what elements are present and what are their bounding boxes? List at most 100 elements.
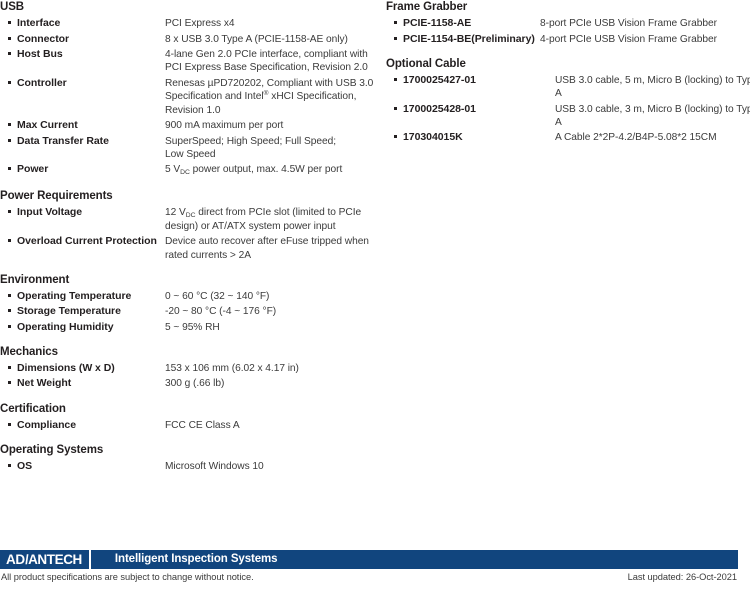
section-heading: Mechanics (0, 345, 58, 358)
spec-value: SuperSpeed; High Speed; Full Speed; Low … (165, 135, 336, 160)
spec-value: 5 ~ 95% RH (165, 321, 220, 333)
bullet-square-icon (0, 362, 17, 370)
left-column: USB Interface PCI Express x4 Connector 8 x U… (0, 0, 378, 473)
bullet-square-icon (0, 305, 17, 313)
spec-row: Storage Temperature -20 ~ 80 °C (-4 ~ 176… (0, 303, 378, 318)
spec-label: Overload Current Protection (17, 235, 157, 248)
spec-label: Operating Humidity (17, 320, 114, 333)
spec-value: 900 mA maximum per port (165, 120, 284, 132)
spec-label: Storage Temperature (17, 305, 121, 318)
spec-value: FCC CE Class A (165, 419, 240, 431)
spec-label: Operating Temperature (17, 289, 132, 302)
section-heading: Environment (0, 273, 70, 286)
bullet-square-icon (386, 74, 403, 81)
spec-value: 12 VDC direct from PCIe slot (limited to… (165, 206, 362, 232)
spec-label: Input Voltage (17, 205, 83, 218)
footer-tagline: Intelligent Inspection Systems (114, 553, 278, 565)
bullet-square-icon (386, 131, 403, 139)
spec-row: PCIE-1154-BE(Preliminary) 4-port PCIe USB… (386, 30, 744, 45)
spec-value: 300 g (.66 lb) (165, 378, 225, 390)
spec-value: 8 x USB 3.0 Type A (PCIE-1158-AE only) (165, 33, 348, 45)
spec-value: 4-lane Gen 2.0 PCIe interface, compliant… (165, 48, 368, 74)
spec-value: Device auto recover after eFuse tripped … (165, 236, 369, 261)
spec-row: Dimensions (W x D) 153 x 106 mm (6.02 x 4… (0, 360, 378, 375)
spec-section: Mechanics Dimensions (W x D) 153 x 106 mm … (0, 345, 378, 391)
advantech-logo: AD\ANTECH (0, 550, 82, 569)
spec-row: Host Bus 4-lane Gen 2.0 PCIe interface, c… (0, 46, 378, 75)
right-column: Frame Grabber PCIE-1158-AE 8-port PCIe USB… (386, 0, 750, 145)
spec-value: USB 3.0 cable, 3 m, Micro B (locking) to… (555, 103, 750, 128)
spec-label: PCIE-1154-BE(Preliminary) (403, 32, 535, 45)
spec-label: PCIE-1158-AE (403, 17, 472, 30)
section-heading: Power Requirements (0, 189, 113, 202)
disclaimer-text: All product specifications are subject t… (1, 572, 254, 582)
spec-section: Operating Systems OS Microsoft Windows 10 (0, 443, 378, 473)
bullet-square-icon (0, 17, 17, 25)
spec-row: Interface PCI Express x4 (0, 15, 378, 30)
spec-value: 4-port PCIe USB Vision Frame Grabber (540, 33, 717, 45)
spec-row: OS Microsoft Windows 10 (0, 458, 378, 473)
spec-row: 1700025428-01 USB 3.0 cable, 3 m, Micro B… (386, 100, 750, 129)
spec-row: Net Weight 300 g (.66 lb) (0, 375, 378, 390)
spec-value: A Cable 2*2P-4.2/B4P-5.08*2 15CM (555, 132, 717, 144)
spec-row: Max Current 900 mA maximum per port (0, 117, 378, 132)
bullet-square-icon (0, 321, 17, 328)
spec-value: 0 ~ 60 °C (32 ~ 140 °F) (165, 290, 270, 302)
section-heading: Optional Cable (386, 57, 466, 70)
spec-row: Input Voltage 12 VDC direct from PCIe slo… (0, 204, 378, 234)
spec-row: PCIE-1158-AE 8-port PCIe USB Vision Frame… (386, 15, 744, 30)
spec-label: 1700025427-01 (403, 73, 476, 86)
bullet-square-icon (0, 290, 17, 297)
spec-value: Microsoft Windows 10 (165, 461, 264, 473)
spec-section: USB Interface PCI Express x4 Connector 8 x U… (0, 0, 378, 178)
spec-row: 170304015K A Cable 2*2P-4.2/B4P-5.08*2 15… (386, 129, 744, 144)
bullet-square-icon (386, 33, 403, 40)
spec-value: 8-port PCIe USB Vision Frame Grabber (540, 18, 717, 30)
bullet-square-icon (386, 17, 403, 25)
section-heading: Operating Systems (0, 444, 104, 457)
last-updated-text: Last updated: 26-Oct-2021 (627, 572, 737, 582)
footer-brand-bar: AD\ANTECH Intelligent Inspection Systems (0, 550, 738, 569)
section-heading: Certification (0, 402, 66, 415)
bullet-square-icon (0, 235, 17, 243)
spec-label: Compliance (17, 418, 77, 431)
spec-row: Operating Temperature 0 ~ 60 °C (32 ~ 140… (0, 288, 378, 303)
spec-value: 5 VDC power output, max. 4.5W per port (165, 164, 343, 177)
datasheet-page: USB Interface PCI Express x4 Connector 8 x U… (0, 0, 750, 591)
bullet-square-icon (0, 206, 17, 213)
spec-row: Controller Renesas µPD720202, Compliant w… (0, 74, 378, 117)
spec-row: Operating Humidity 5 ~ 95% RH (0, 319, 378, 334)
spec-label: Interface (17, 17, 61, 30)
spec-label: Data Transfer Rate (17, 134, 109, 147)
spec-label: Controller (17, 76, 67, 89)
logo-text-part2: ANTECH (28, 552, 82, 567)
bullet-square-icon (0, 419, 17, 426)
bullet-square-icon (0, 377, 17, 385)
spec-section: Power Requirements Input Voltage 12 VDC di… (0, 189, 378, 262)
spec-section: Optional Cable 1700025427-01 USB 3.0 cable… (386, 57, 750, 145)
spec-label: Dimensions (W x D) (17, 362, 115, 375)
bullet-square-icon (0, 460, 17, 468)
spec-label: OS (17, 460, 33, 473)
spec-section: Certification Compliance FCC CE Class A (0, 402, 378, 432)
spec-value: 153 x 106 mm (6.02 x 4.17 in) (165, 363, 299, 375)
logo-text-part1: AD (6, 552, 25, 567)
spec-section: Environment Operating Temperature 0 ~ 60 °… (0, 273, 378, 334)
bullet-square-icon (0, 33, 17, 40)
spec-row: Connector 8 x USB 3.0 Type A (PCIE-1158-A… (0, 30, 378, 45)
spec-row: Power 5 VDC power output, max. 4.5W per p… (0, 161, 378, 177)
section-heading: Frame Grabber (386, 1, 468, 13)
spec-label: Max Current (17, 119, 78, 132)
spec-row: 1700025427-01 USB 3.0 cable, 5 m, Micro B… (386, 72, 750, 101)
bullet-square-icon (0, 135, 17, 142)
bullet-square-icon (386, 103, 403, 110)
spec-row: Compliance FCC CE Class A (0, 417, 378, 432)
spec-value: PCI Express x4 (165, 18, 235, 30)
spec-label: Host Bus (17, 47, 63, 60)
spec-label: Net Weight (17, 377, 72, 390)
footer-note-row: All product specifications are subject t… (0, 572, 738, 582)
page-footer: AD\ANTECH Intelligent Inspection Systems… (0, 550, 750, 582)
spec-section: Frame Grabber PCIE-1158-AE 8-port PCIe USB… (386, 0, 744, 46)
bullet-square-icon (0, 119, 17, 127)
spec-label: Connector (17, 32, 70, 45)
